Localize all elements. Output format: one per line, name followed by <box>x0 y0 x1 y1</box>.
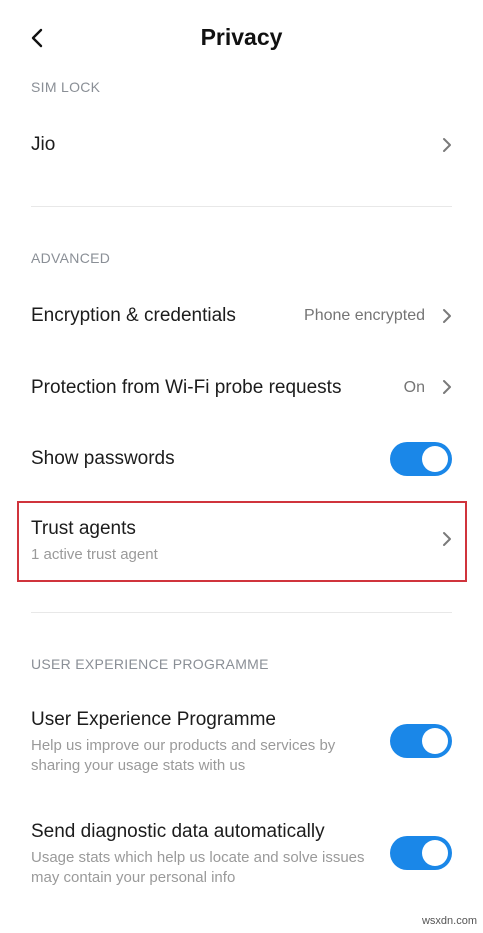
wifi-probe-status-value: On <box>403 379 425 396</box>
sim-lock-jio-row[interactable] <box>0 114 483 176</box>
divider <box>31 206 452 207</box>
trust-agents-label: Trust agents <box>31 518 136 539</box>
trust-agents-subtitle: 1 active trust agent <box>31 546 158 563</box>
section-header-advanced: ADVANCED <box>31 250 111 266</box>
wifi-probe-protection-label: Protection from Wi-Fi probe requests <box>31 377 342 398</box>
user-experience-programme-toggle[interactable] <box>390 724 452 758</box>
chevron-right-icon <box>443 309 451 323</box>
toggle-knob <box>422 446 448 472</box>
send-diagnostic-data-label: Send diagnostic data automatically <box>31 821 325 842</box>
toggle-knob <box>422 728 448 754</box>
sim-lock-jio-label: Jio <box>31 134 56 155</box>
encryption-credentials-label: Encryption & credentials <box>31 305 236 326</box>
divider <box>31 612 452 613</box>
user-experience-programme-subtitle: Help us improve our products and service… <box>31 737 336 774</box>
send-diagnostic-data-subtitle: Usage stats which help us locate and sol… <box>31 849 365 886</box>
show-passwords-label: Show passwords <box>31 448 175 469</box>
watermark: wsxdn.com <box>421 915 477 927</box>
show-passwords-toggle[interactable] <box>390 442 452 476</box>
toggle-knob <box>422 840 448 866</box>
chevron-right-icon <box>443 532 451 546</box>
page-title: Privacy <box>200 24 283 50</box>
chevron-right-icon <box>443 138 451 152</box>
user-experience-programme-label: User Experience Programme <box>31 709 276 730</box>
chevron-right-icon <box>443 380 451 394</box>
encryption-status-value: Phone encrypted <box>304 307 425 324</box>
section-header-sim-lock: SIM LOCK <box>31 79 101 95</box>
send-diagnostic-data-toggle[interactable] <box>390 836 452 870</box>
trust-agents-row[interactable] <box>0 505 483 578</box>
section-header-user-experience: USER EXPERIENCE PROGRAMME <box>31 656 269 672</box>
